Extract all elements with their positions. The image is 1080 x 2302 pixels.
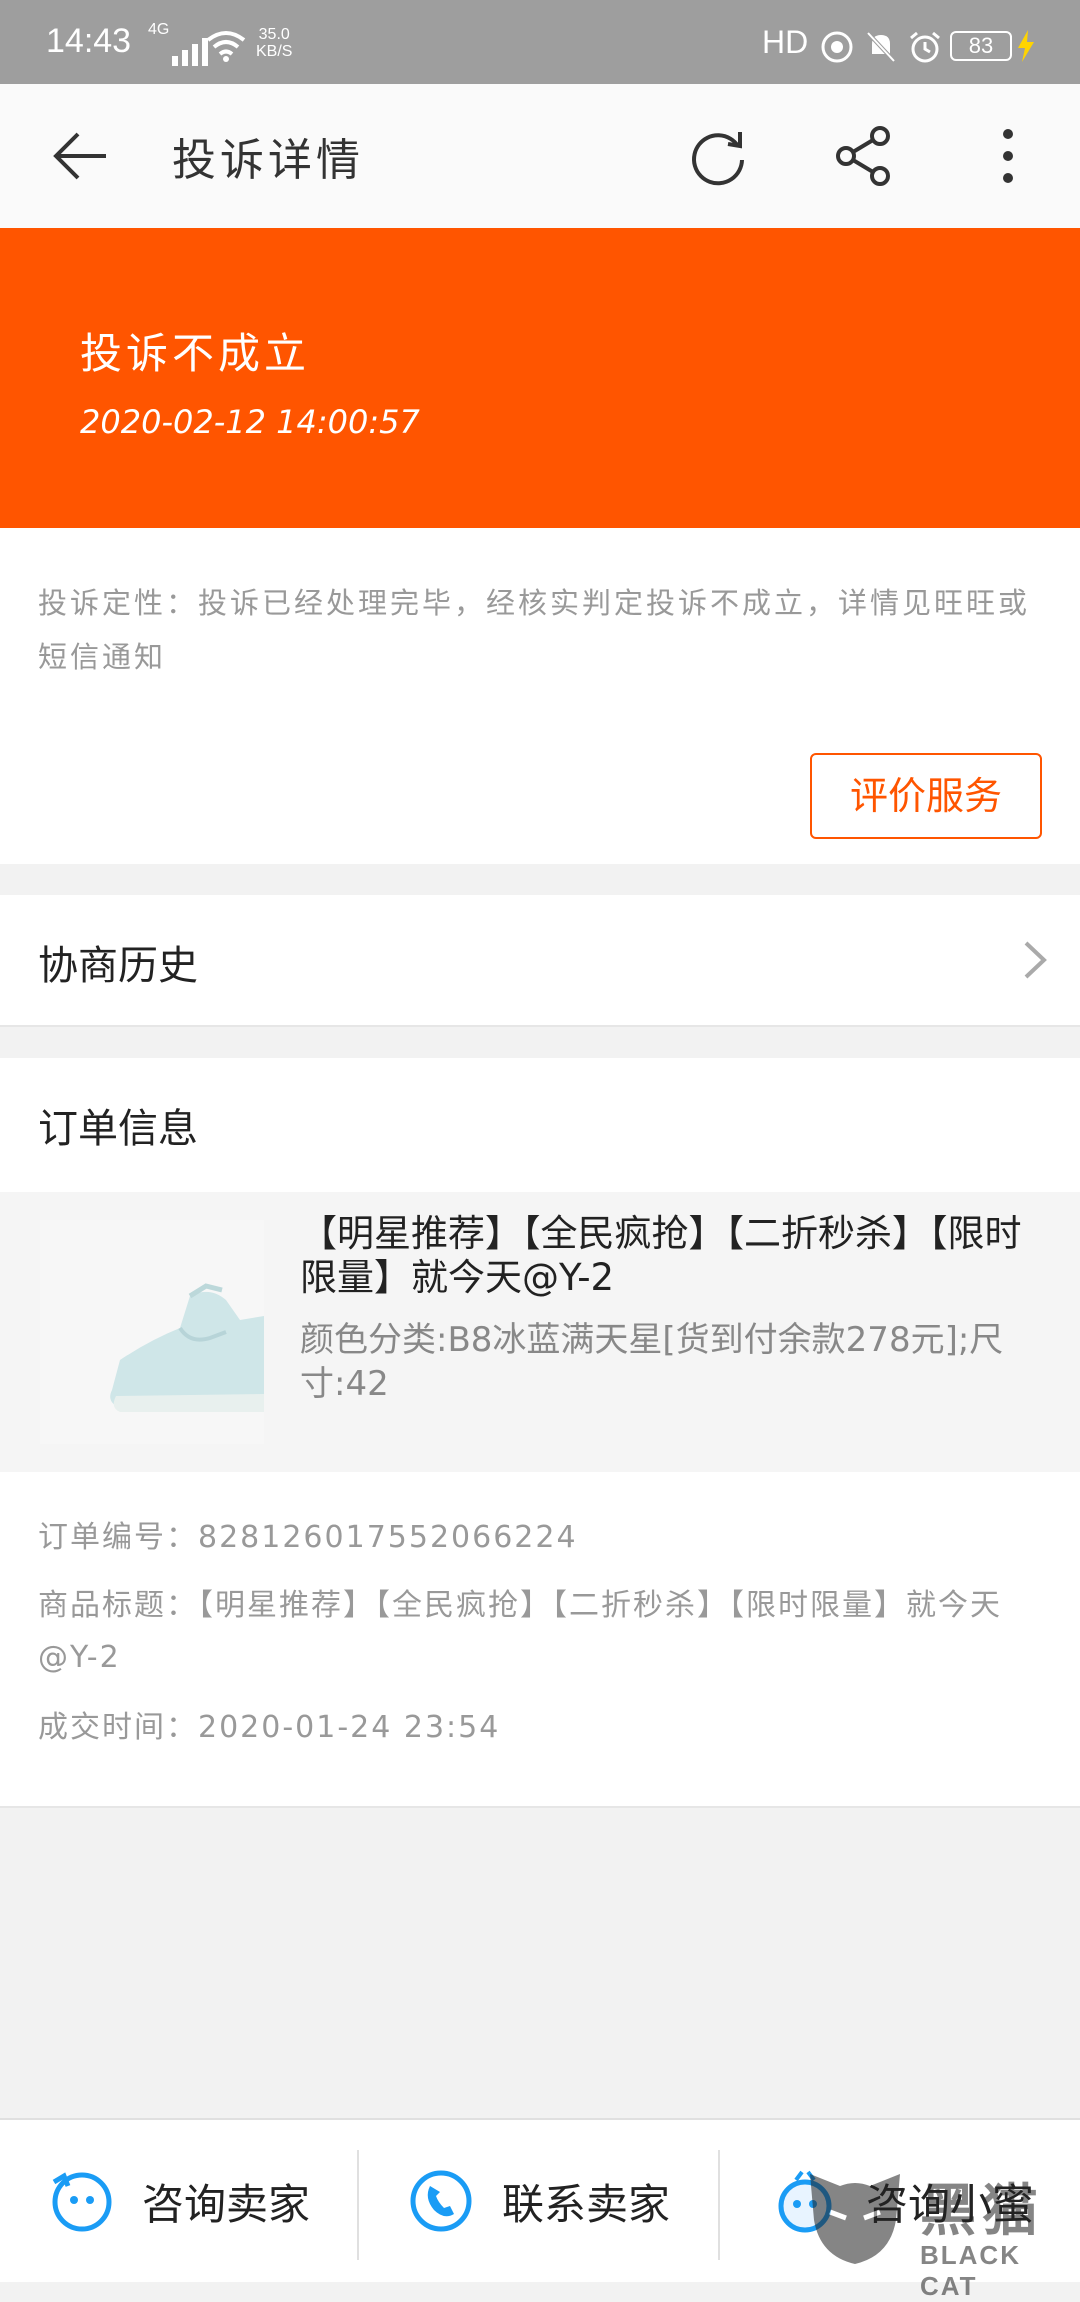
contact-seller-label: 联系卖家 xyxy=(502,2179,671,2229)
consult-seller-label: 咨询卖家 xyxy=(142,2179,311,2229)
app-bar: 投诉详情 xyxy=(0,84,1080,228)
order-info-header: 订单信息 xyxy=(0,1058,1080,1192)
battery-icon: 83 xyxy=(950,31,1012,61)
product-title: 【明星推荐】【全民疯抢】【二折秒杀】【限时限量】就今天@Y-2 xyxy=(300,1212,1022,1299)
deal-time-label: 成交时间： xyxy=(38,1710,198,1745)
black-cat-watermark: 黑猫 BLACK CAT xyxy=(800,2160,1080,2301)
rate-service-button[interactable]: 评价服务 xyxy=(810,753,1042,839)
product-item[interactable]: 【明星推荐】【全民疯抢】【二折秒杀】【限时限量】就今天@Y-2 颜色分类:B8冰… xyxy=(0,1192,1080,1472)
network-speed: 35.0 KB/S xyxy=(256,26,293,60)
deal-time-value: 2020-01-24 23:54 xyxy=(198,1710,501,1745)
status-time: 14:43 xyxy=(46,22,132,60)
goods-title-row: 商品标题：【明星推荐】【全民疯抢】【二折秒杀】【限时限量】就今天@Y-2 xyxy=(38,1580,1048,1684)
data-saver-icon xyxy=(821,31,853,63)
sneaker-image xyxy=(40,1220,264,1444)
cat-logo-icon xyxy=(810,2174,900,2264)
order-number-label: 订单编号： xyxy=(38,1520,198,1555)
mute-bell-icon xyxy=(866,31,896,63)
status-bar: 14:43 4G 35.0 KB/S HD 83 xyxy=(0,0,1080,84)
consult-seller-button[interactable]: 咨询卖家 xyxy=(48,2120,310,2282)
chevron-right-icon xyxy=(1024,941,1047,979)
divider xyxy=(357,2150,359,2260)
charging-icon xyxy=(1018,30,1034,62)
contact-seller-button[interactable]: 联系卖家 xyxy=(408,2120,670,2282)
divider xyxy=(718,2150,720,2260)
status-banner: 投诉不成立 2020-02-12 14:00:57 xyxy=(0,228,1080,528)
complaint-time: 2020-02-12 14:00:57 xyxy=(80,403,420,441)
complaint-status: 投诉不成立 xyxy=(80,329,311,378)
order-number-row: 订单编号：828126017552066224 xyxy=(38,1512,1048,1564)
share-icon[interactable] xyxy=(832,124,896,188)
network-type: 4G xyxy=(148,21,170,38)
order-details: 订单编号：828126017552066224 商品标题：【明星推荐】【全民疯抢… xyxy=(0,1472,1080,1808)
alarm-icon xyxy=(910,31,940,63)
chat-bubble-icon xyxy=(52,2172,112,2232)
more-vertical-icon[interactable] xyxy=(988,124,1028,188)
back-arrow-icon[interactable] xyxy=(52,130,108,182)
wifi-icon xyxy=(206,31,246,62)
goods-title-label: 商品标题： xyxy=(38,1588,198,1623)
deal-time-row: 成交时间：2020-01-24 23:54 xyxy=(38,1702,1048,1754)
refresh-icon[interactable] xyxy=(686,124,750,188)
negotiation-history-label: 协商历史 xyxy=(38,943,198,989)
product-thumbnail xyxy=(40,1220,264,1444)
result-description: 投诉定性：投诉已经处理完毕，经核实判定投诉不成立，详情见旺旺或短信通知 xyxy=(38,586,1031,674)
negotiation-history-row[interactable]: 协商历史 xyxy=(0,895,1080,1027)
signal-icon xyxy=(172,34,208,66)
phone-icon xyxy=(410,2170,472,2232)
result-card: 投诉定性：投诉已经处理完毕，经核实判定投诉不成立，详情见旺旺或短信通知 评价服务 xyxy=(0,528,1080,864)
hd-indicator: HD xyxy=(762,24,809,60)
order-number-value: 828126017552066224 xyxy=(198,1520,578,1555)
page-title: 投诉详情 xyxy=(172,135,364,186)
product-spec: 颜色分类:B8冰蓝满天星[货到付余款278元];尺寸:42 xyxy=(300,1320,1004,1404)
order-info-title: 订单信息 xyxy=(38,1106,198,1152)
